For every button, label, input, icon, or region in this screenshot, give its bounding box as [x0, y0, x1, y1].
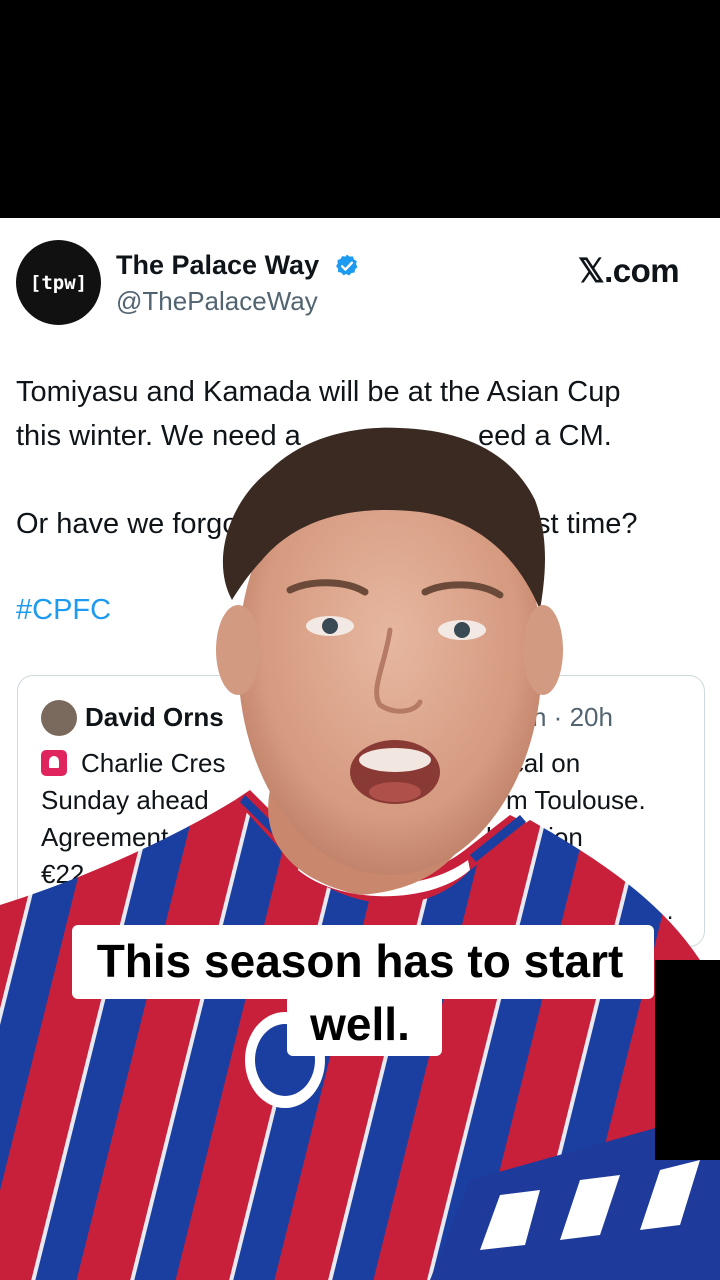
caption-line-2: well. — [310, 998, 410, 1050]
caption-line-1: This season has to start — [96, 935, 624, 987]
presenter-overlay — [0, 427, 720, 1280]
